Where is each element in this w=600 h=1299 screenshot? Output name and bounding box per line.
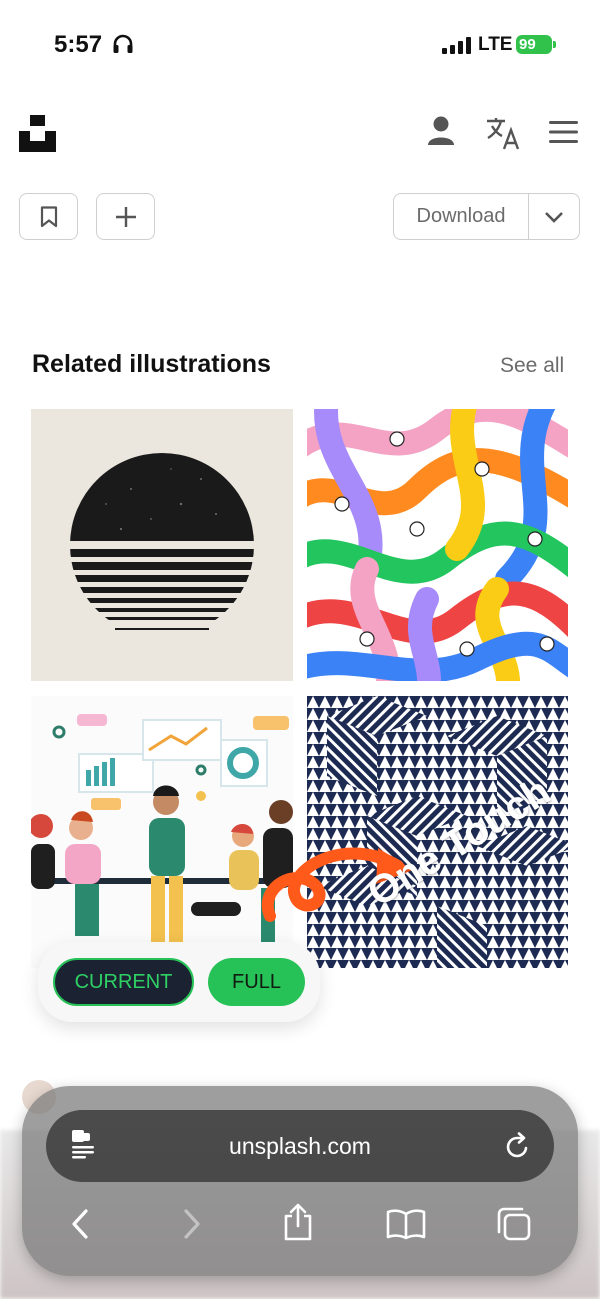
battery-level: 99 bbox=[516, 35, 552, 54]
add-to-collection-button[interactable] bbox=[96, 193, 155, 240]
illustration-thumbnail[interactable] bbox=[31, 409, 293, 681]
page-menu-icon[interactable] bbox=[70, 1128, 96, 1160]
headphones-icon bbox=[113, 34, 133, 53]
illustration-thumbnail[interactable] bbox=[307, 409, 568, 681]
plus-icon bbox=[115, 206, 136, 227]
download-button[interactable]: Download bbox=[394, 194, 529, 239]
bookmarks-icon[interactable] bbox=[386, 1208, 426, 1240]
chevron-down-icon bbox=[545, 211, 563, 223]
menu-icon[interactable] bbox=[549, 121, 578, 143]
status-time: 5:57 bbox=[54, 31, 103, 58]
current-mode-button[interactable]: CURRENT bbox=[53, 958, 194, 1006]
download-button-group: Download bbox=[393, 193, 580, 240]
unsplash-logo[interactable] bbox=[19, 115, 56, 152]
forward-icon[interactable] bbox=[182, 1208, 202, 1240]
sunset-illustration bbox=[70, 453, 254, 630]
network-type: LTE bbox=[478, 34, 513, 55]
section-title: Related illustrations bbox=[32, 350, 271, 378]
illustration-thumbnail[interactable] bbox=[31, 696, 293, 968]
download-options-button[interactable] bbox=[529, 194, 579, 239]
team-meeting-illustration bbox=[31, 696, 293, 968]
address-url[interactable]: unsplash.com bbox=[46, 1110, 554, 1182]
tabs-icon[interactable] bbox=[496, 1206, 532, 1242]
translate-icon[interactable] bbox=[485, 116, 521, 150]
user-icon[interactable] bbox=[427, 114, 455, 146]
status-bar: 5:57 LTE 99 bbox=[0, 0, 600, 90]
share-icon[interactable] bbox=[282, 1202, 314, 1242]
battery-nub bbox=[553, 41, 556, 48]
full-mode-button[interactable]: FULL bbox=[208, 958, 305, 1006]
reload-icon[interactable] bbox=[504, 1132, 530, 1160]
back-icon[interactable] bbox=[70, 1208, 90, 1240]
bookmark-icon bbox=[40, 205, 57, 227]
colorful-arms-illustration bbox=[307, 409, 568, 681]
bookmark-button[interactable] bbox=[19, 193, 78, 240]
see-all-link[interactable]: See all bbox=[500, 354, 564, 378]
signal-icon bbox=[442, 37, 471, 54]
